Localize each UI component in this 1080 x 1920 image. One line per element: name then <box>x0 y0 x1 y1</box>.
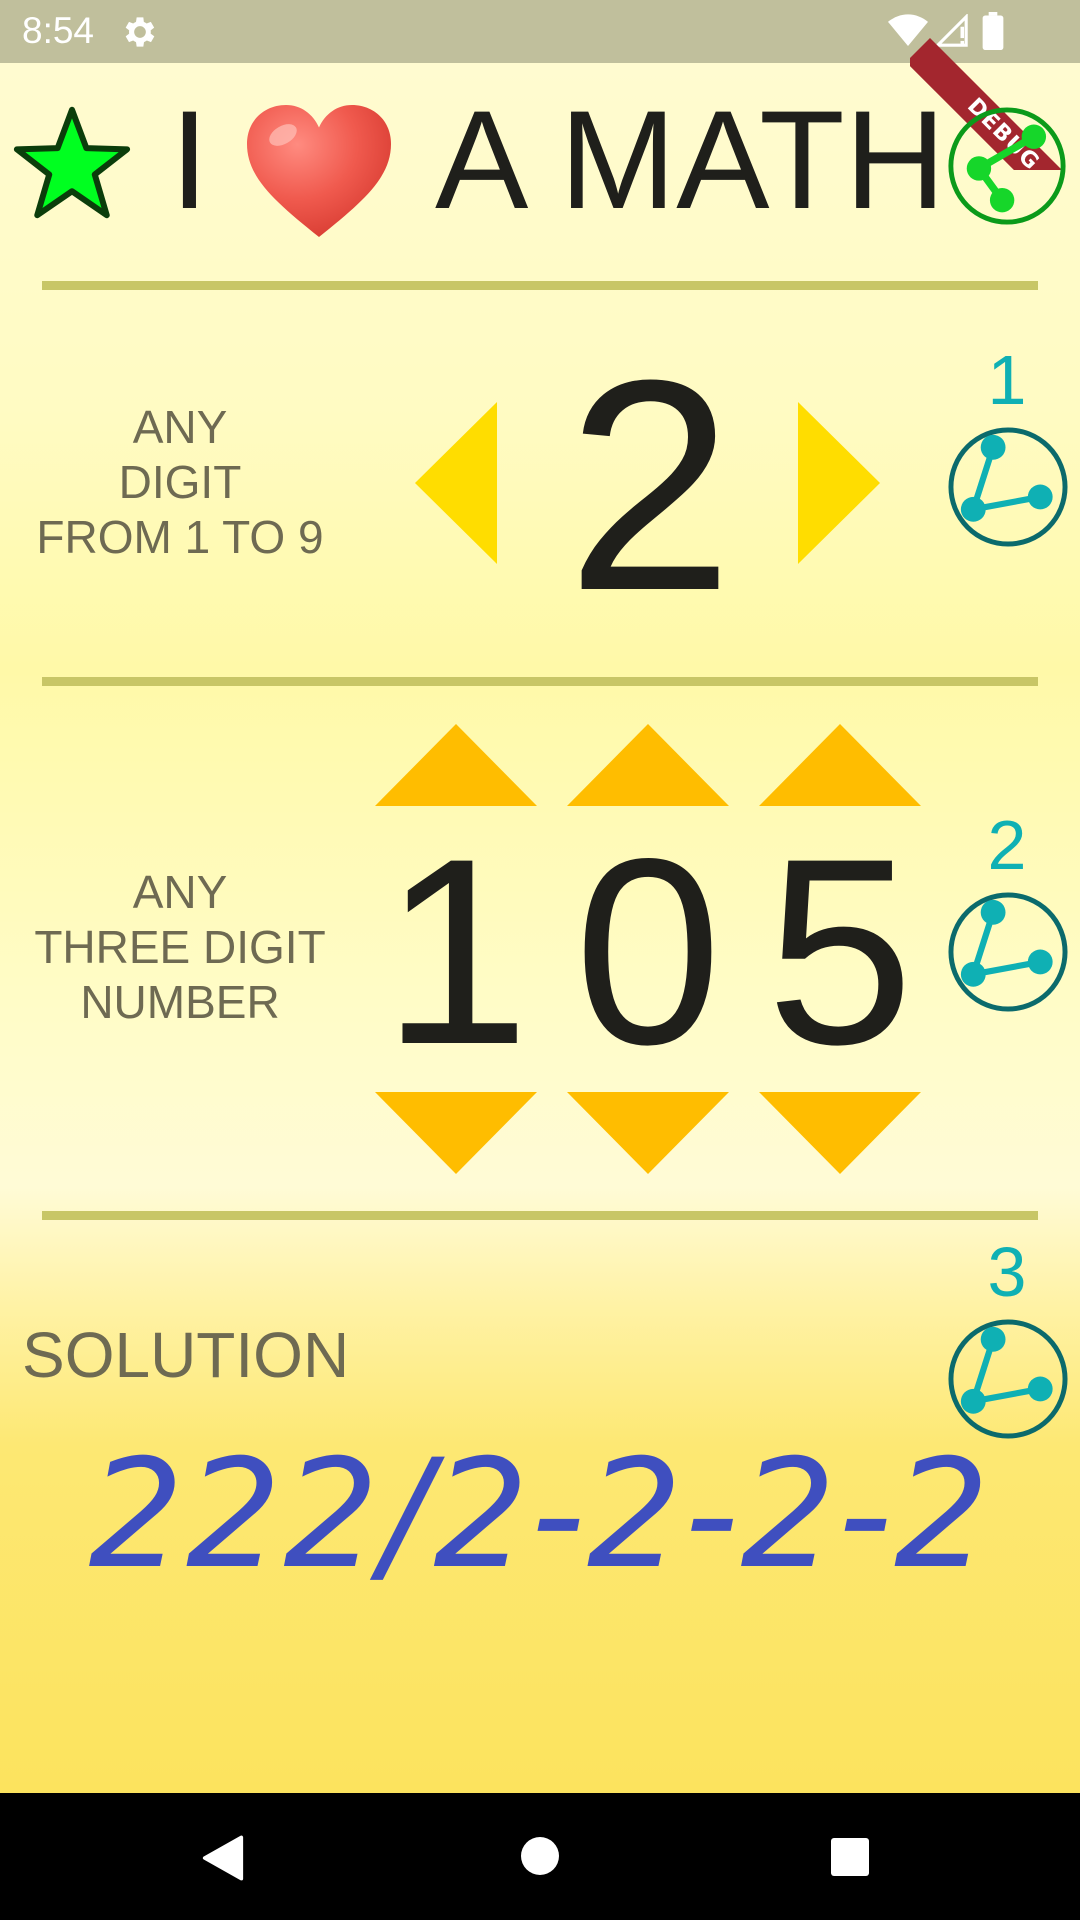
hundreds-increment-arrow[interactable] <box>375 724 537 806</box>
title-text-i: I <box>170 81 209 238</box>
title-text: A MATH <box>435 81 946 238</box>
divider <box>42 1211 1038 1220</box>
digit-label-line: DIGIT <box>118 456 242 508</box>
hundreds-decrement-arrow[interactable] <box>375 1092 537 1174</box>
tens-digit: 0 <box>574 804 722 1100</box>
status-time: 8:54 <box>22 10 95 51</box>
number-label-line: THREE DIGIT <box>34 921 326 973</box>
share-button[interactable] <box>946 105 1068 227</box>
settings-icon <box>125 17 155 47</box>
number-label: ANY THREE DIGIT NUMBER <box>30 865 330 1030</box>
number-label-line: ANY <box>132 866 228 918</box>
digit-value: 2 <box>566 317 734 653</box>
solution-value: 222/2-2-2-2 <box>88 1428 992 1602</box>
step-badge-number: 3 <box>987 1233 1027 1311</box>
star-icon[interactable] <box>12 105 132 220</box>
recents-icon[interactable] <box>830 1837 870 1877</box>
share-step-1-icon[interactable] <box>946 425 1070 549</box>
ones-decrement-arrow[interactable] <box>759 1092 921 1174</box>
digit-label-line: ANY <box>132 401 228 453</box>
digit-label-line: FROM 1 TO 9 <box>36 511 324 563</box>
share-step-3-icon[interactable] <box>946 1317 1070 1441</box>
share-step-2-icon[interactable] <box>946 890 1070 1014</box>
number-label-line: NUMBER <box>80 976 280 1028</box>
divider <box>42 677 1038 686</box>
digit-decrement-arrow[interactable] <box>415 402 497 564</box>
home-icon[interactable] <box>520 1836 560 1876</box>
back-icon[interactable] <box>200 1835 246 1881</box>
step-badge-number: 2 <box>987 806 1027 884</box>
step-badge-number: 1 <box>987 341 1027 419</box>
hundreds-digit: 1 <box>382 804 530 1100</box>
tens-decrement-arrow[interactable] <box>567 1092 729 1174</box>
heart-icon <box>247 105 391 237</box>
divider <box>42 281 1038 290</box>
solution-label: SOLUTION <box>22 1319 350 1391</box>
ones-digit: 5 <box>766 804 914 1100</box>
digit-increment-arrow[interactable] <box>798 402 880 564</box>
digit-label: ANY DIGIT FROM 1 TO 9 <box>30 400 330 565</box>
ones-increment-arrow[interactable] <box>759 724 921 806</box>
tens-increment-arrow[interactable] <box>567 724 729 806</box>
